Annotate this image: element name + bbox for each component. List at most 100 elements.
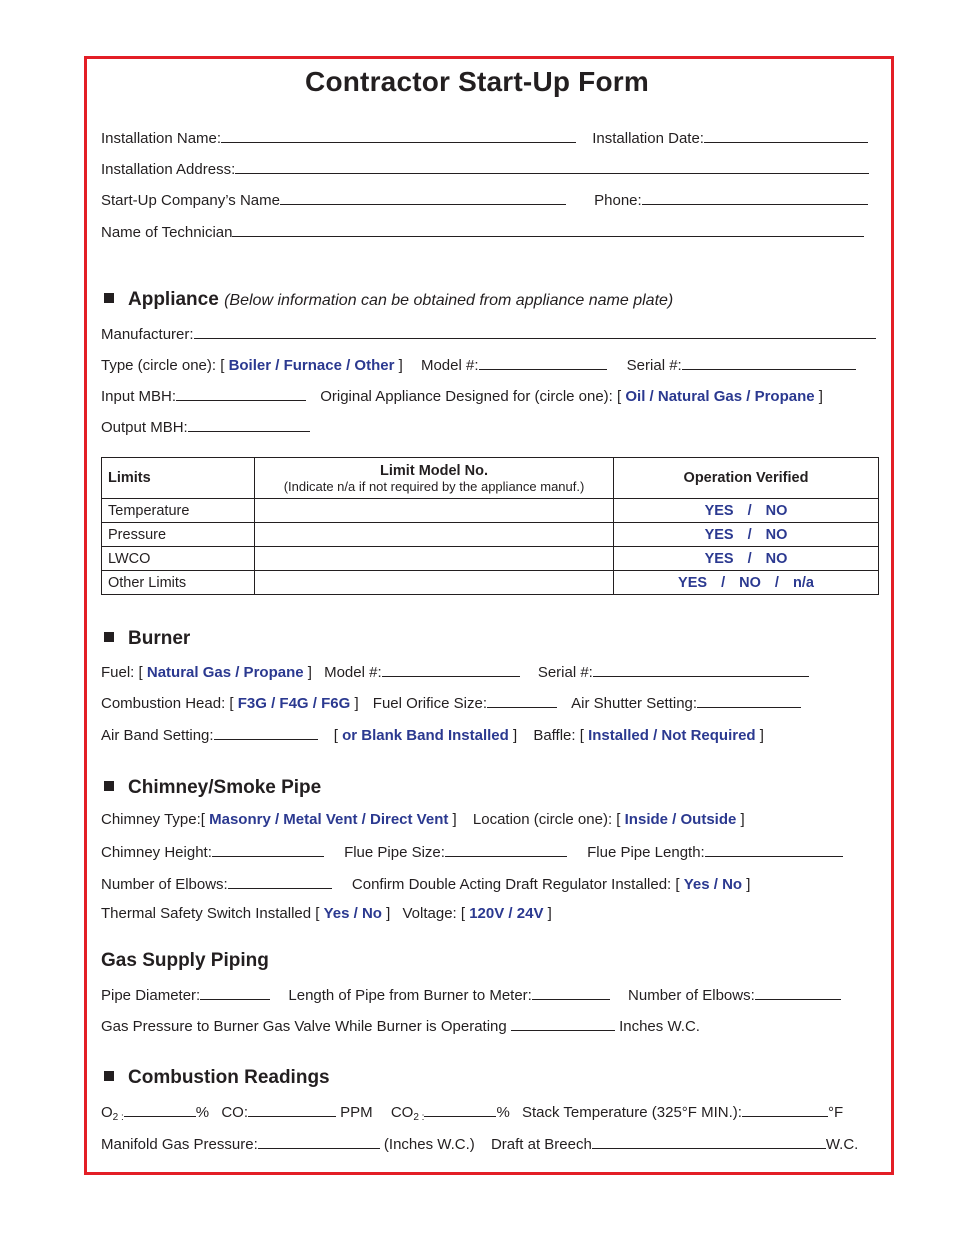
row-technician: Name of Technician: [101, 222, 865, 242]
burner-serial-field[interactable]: [592, 662, 809, 677]
degf-unit: °F: [827, 1104, 844, 1121]
row-chimney-height: Chimney Height: Flue Pipe Size: Flue Pip…: [101, 842, 843, 862]
burner-title: Burner: [128, 628, 191, 649]
flue-size-field[interactable]: [444, 842, 567, 857]
flue-length-field[interactable]: [704, 842, 843, 857]
serial-field[interactable]: [681, 355, 856, 370]
model-label: Model #:: [420, 357, 479, 374]
installation-name-label: Installation Name:: [101, 130, 222, 147]
gas-pressure-field[interactable]: [510, 1016, 615, 1031]
manifold-field[interactable]: [257, 1134, 380, 1149]
installation-address-field[interactable]: [235, 159, 870, 174]
limit-model-field[interactable]: [254, 570, 614, 595]
input-mbh-field[interactable]: [176, 386, 307, 401]
fuel-label: Fuel: [: [101, 664, 143, 681]
co-label: CO:: [221, 1104, 248, 1121]
thermal-options[interactable]: Yes / No: [324, 905, 382, 922]
stack-temp-field[interactable]: [741, 1102, 828, 1117]
stack-temp-label: Stack Temperature (325°F MIN.):: [521, 1104, 742, 1121]
percent-unit: %: [496, 1104, 510, 1121]
installation-address-label: Installation Address:: [101, 161, 236, 178]
limit-model-field[interactable]: [254, 498, 614, 523]
o2-field[interactable]: [123, 1102, 196, 1117]
airband-field[interactable]: [213, 725, 318, 740]
pipe-diameter-label: Pipe Diameter:: [101, 987, 201, 1004]
row-readings: O2 :% CO: PPM CO2 :% Stack Temperature (…: [101, 1102, 843, 1127]
table-row: Other Limits YES / NO / n/a: [101, 570, 879, 595]
subscript: 2 :: [413, 1112, 425, 1123]
voltage-options[interactable]: 120V / 24V: [469, 905, 543, 922]
verified-options[interactable]: YES / NO: [613, 522, 879, 547]
fuel-options[interactable]: Natural Gas / Propane: [147, 664, 304, 681]
chimney-title: Chimney/Smoke Pipe: [128, 777, 322, 798]
row-address: Installation Address:: [101, 159, 870, 179]
limit-model-field[interactable]: [254, 546, 614, 571]
bracket: ]: [818, 388, 823, 405]
shutter-field[interactable]: [697, 693, 802, 708]
row-type: Type (circle one): [ Boiler / Furnace / …: [101, 355, 856, 375]
technician-field[interactable]: [232, 222, 865, 237]
header-limits: Limits: [101, 457, 255, 499]
header-model: Limit Model No. (Indicate n/a if not requ…: [254, 457, 614, 499]
gas-elbows-label: Number of Elbows:: [628, 987, 755, 1004]
designed-options[interactable]: Oil / Natural Gas / Propane: [625, 388, 814, 405]
installation-date-field[interactable]: [703, 128, 868, 143]
input-mbh-label: Input MBH:: [101, 388, 177, 405]
gas-elbows-field[interactable]: [754, 985, 841, 1000]
baffle-options[interactable]: Installed / Not Required: [588, 727, 756, 744]
combustion-title: Combustion Readings: [128, 1067, 330, 1088]
verified-options[interactable]: YES / NO: [613, 546, 879, 571]
regulator-options[interactable]: Yes / No: [684, 876, 742, 893]
chimney-type-options[interactable]: Masonry / Metal Vent / Direct Vent: [209, 811, 448, 828]
bullet-icon: [104, 1071, 114, 1081]
head-label: Combustion Head: [: [101, 695, 234, 712]
combustion-heading: Combustion Readings: [104, 1067, 330, 1089]
output-mbh-field[interactable]: [187, 417, 310, 432]
co-field[interactable]: [247, 1102, 336, 1117]
row-gas-pressure: Gas Pressure to Burner Gas Valve While B…: [101, 1016, 700, 1036]
verified-options[interactable]: YES / NO: [613, 498, 879, 523]
gas-pressure-unit: Inches W.C.: [619, 1018, 700, 1035]
gas-heading: Gas Supply Piping: [101, 950, 269, 972]
output-mbh-label: Output MBH:: [101, 419, 188, 436]
header-verified: Operation Verified: [613, 457, 879, 499]
chimney-height-field[interactable]: [211, 842, 324, 857]
bracket: ]: [746, 876, 751, 893]
installation-name-field[interactable]: [221, 128, 577, 143]
head-options[interactable]: F3G / F4G / F6G: [238, 695, 351, 712]
row-elbows: Number of Elbows: Confirm Double Acting …: [101, 874, 750, 894]
header-model-title: Limit Model No.: [380, 462, 488, 479]
draft-field[interactable]: [591, 1134, 826, 1149]
limit-name: Pressure: [101, 522, 255, 547]
co2-field[interactable]: [424, 1102, 497, 1117]
thermal-label: Thermal Safety Switch Installed [: [101, 905, 320, 922]
bullet-icon: [104, 632, 114, 642]
model-field[interactable]: [478, 355, 607, 370]
row-manifold: Manifold Gas Pressure: (Inches W.C.) Dra…: [101, 1134, 858, 1154]
pipe-length-field[interactable]: [531, 985, 610, 1000]
designed-label: Original Appliance Designed for (circle …: [320, 388, 622, 405]
row-installation: Installation Name: Installation Date:: [101, 128, 868, 148]
pipe-diameter-field[interactable]: [200, 985, 271, 1000]
limit-model-field[interactable]: [254, 522, 614, 547]
type-options[interactable]: Boiler / Furnace / Other: [229, 357, 395, 374]
row-fuel: Fuel: [ Natural Gas / Propane ] Model #:…: [101, 662, 809, 682]
elbows-field[interactable]: [227, 874, 332, 889]
location-options[interactable]: Inside / Outside: [625, 811, 737, 828]
burner-heading: Burner: [104, 628, 190, 650]
phone-field[interactable]: [641, 190, 868, 205]
chimney-height-label: Chimney Height:: [101, 844, 212, 861]
verified-options[interactable]: YES / NO / n/a: [613, 570, 879, 595]
flue-size-label: Flue Pipe Size:: [344, 844, 445, 861]
pipe-length-label: Length of Pipe from Burner to Meter:: [288, 987, 532, 1004]
appliance-note: (Below information can be obtained from …: [224, 292, 674, 309]
blank-band-option[interactable]: or Blank Band Installed: [342, 727, 509, 744]
limit-name: Other Limits: [101, 570, 255, 595]
company-name-field[interactable]: [279, 190, 566, 205]
percent-unit: %: [195, 1104, 210, 1121]
burner-model-field[interactable]: [381, 662, 520, 677]
header-model-note: (Indicate n/a if not required by the app…: [283, 478, 585, 494]
manufacturer-field[interactable]: [193, 324, 876, 339]
appliance-heading: Appliance (Below information can be obta…: [104, 289, 673, 311]
orifice-field[interactable]: [487, 693, 557, 708]
